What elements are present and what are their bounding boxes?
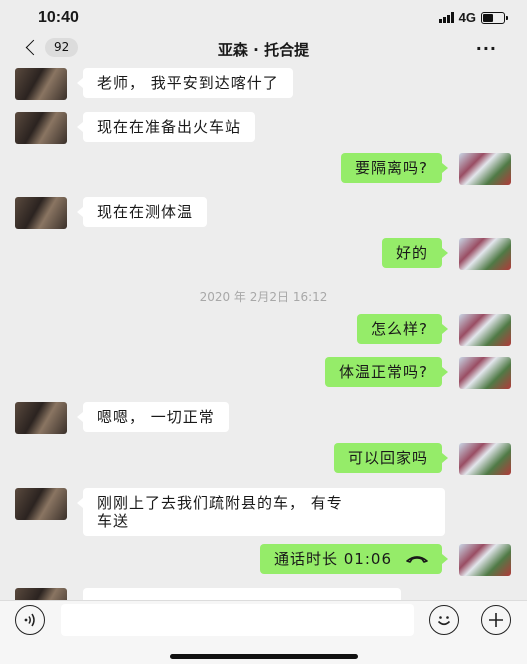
my-avatar[interactable] — [459, 357, 511, 389]
network-type: 4G — [458, 10, 476, 25]
message-bubble-incoming[interactable]: 现在在测体温 — [76, 197, 208, 227]
my-avatar[interactable] — [459, 153, 511, 185]
home-indicator[interactable] — [170, 654, 358, 659]
phone-hangup-icon — [406, 556, 428, 563]
contact-avatar[interactable] — [15, 588, 67, 600]
message-timestamp: 2020 年 2月2日 16:12 — [199, 290, 328, 304]
my-avatar[interactable] — [459, 443, 511, 475]
message-bubble-outgoing[interactable]: 可以回家吗 — [333, 443, 449, 473]
chat-title: 亚森 · 托合提 — [217, 41, 310, 59]
my-avatar[interactable] — [459, 314, 511, 346]
message-bubble-incoming[interactable]: 嗯嗯， 一切正常 — [77, 402, 229, 432]
message-input[interactable] — [61, 604, 414, 636]
message-bubble-incoming[interactable]: 现在在准备出火车站 — [76, 112, 256, 142]
status-bar: 10:40 4G — [0, 0, 527, 34]
message-bubble-outgoing[interactable]: 怎么样? — [357, 314, 448, 344]
my-avatar[interactable] — [459, 238, 511, 270]
message-bubble-outgoing[interactable]: 好的 — [381, 238, 449, 268]
more-options-button[interactable]: ··· — [476, 39, 497, 58]
status-indicators: 4G — [438, 10, 508, 25]
message-bubble-outgoing[interactable]: 要隔离吗? — [341, 153, 448, 183]
message-bubble-incoming[interactable]: 刚刚上了去我们疏附县的车， 有专 车送 — [77, 488, 445, 536]
battery-level — [483, 13, 494, 22]
contact-avatar[interactable] — [15, 68, 67, 100]
message-bubble-incoming-partial[interactable] — [83, 588, 401, 600]
signal-icon — [438, 12, 454, 23]
voice-icon — [24, 613, 35, 627]
message-bubble-outgoing[interactable]: 体温正常吗? — [325, 357, 448, 387]
battery-icon — [481, 11, 508, 24]
chat-header: 92 亚森 · 托合提 ··· — [0, 34, 527, 66]
emoji-icon — [437, 616, 451, 626]
call-record-bubble[interactable]: 通话时长 01:06 — [260, 544, 448, 574]
contact-avatar[interactable] — [15, 402, 67, 434]
contact-avatar[interactable] — [15, 197, 67, 229]
plus-icon — [489, 613, 503, 627]
contact-avatar[interactable] — [15, 112, 67, 144]
message-bubble-incoming[interactable]: 老师， 我平安到达喀什了 — [77, 68, 293, 98]
more-functions-button[interactable] — [481, 605, 511, 635]
voice-button[interactable] — [15, 605, 45, 635]
message-list[interactable]: 老师， 我平安到达喀什了 现在在准备出火车站 要隔离吗? 现在在测体温 好的 2… — [0, 66, 527, 600]
status-time: 10:40 — [38, 9, 79, 26]
my-avatar[interactable] — [459, 544, 511, 576]
call-duration-text: 通话时长 01:06 — [274, 550, 392, 568]
contact-avatar[interactable] — [15, 488, 67, 520]
emoji-button[interactable] — [429, 605, 459, 635]
